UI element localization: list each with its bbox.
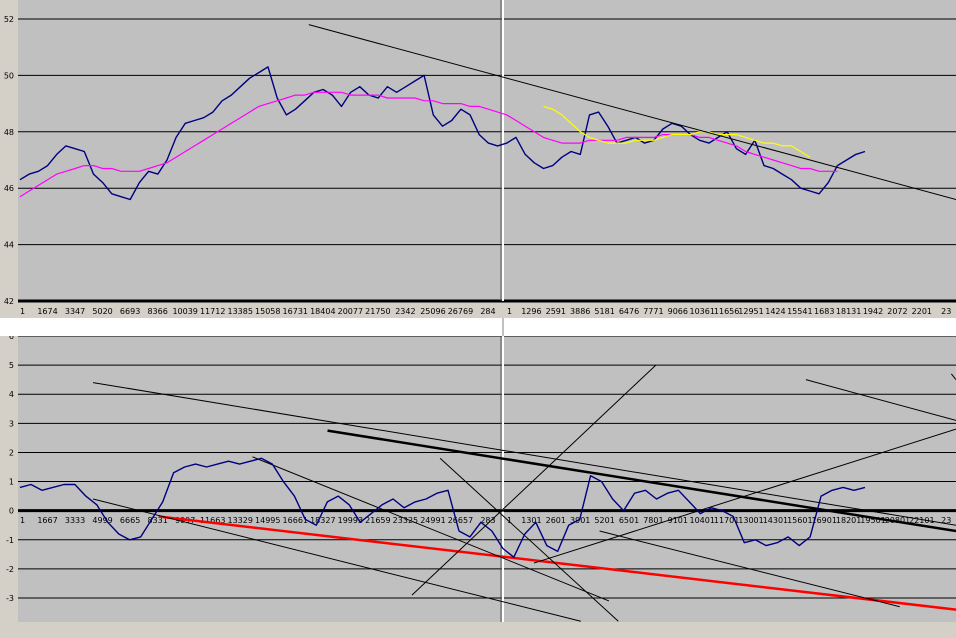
x-tick-label: 1 xyxy=(507,307,512,316)
y-tick-label: -2 xyxy=(6,565,14,574)
y-tick-label: 50 xyxy=(4,71,14,80)
x-tick-label: 7771 xyxy=(643,307,663,316)
x-tick-label: 1674 xyxy=(37,307,57,316)
y-tick-label: -3 xyxy=(6,594,14,603)
x-tick-label: 3347 xyxy=(65,307,85,316)
x-tick-label: 12951 xyxy=(738,307,763,316)
x-tick-label: 23325 xyxy=(393,516,418,525)
bottom-frame xyxy=(0,622,956,634)
x-tick-label: 5181 xyxy=(594,307,614,316)
y-tick-label: 46 xyxy=(4,184,14,193)
x-tick-label: 10361 xyxy=(689,307,714,316)
x-tick-label: 13001 xyxy=(738,516,763,525)
y-tick-label: 3 xyxy=(9,419,14,428)
x-tick-label: 3886 xyxy=(570,307,590,316)
x-tick-label: 16731 xyxy=(283,307,308,316)
plot-area xyxy=(18,0,956,301)
x-tick-label: 2201 xyxy=(912,307,932,316)
chart-window: 42 44 46 48 50 52 1 1674 3347 5020 6693 8366 10039 11… xyxy=(0,0,956,634)
x-tick-label: 14301 xyxy=(763,516,788,525)
chart-svg: 4244464850521 1674 3347 5020 6693 8366 10039 11… xyxy=(0,0,956,634)
x-tick-label: 26769 xyxy=(448,307,473,316)
y-tick-label: 2 xyxy=(9,448,14,457)
x-tick-label: 13329 xyxy=(228,516,253,525)
x-tick-label: 15541 xyxy=(787,307,812,316)
x-tick-label: 6501 xyxy=(619,516,639,525)
x-tick-label: 7801 xyxy=(643,516,663,525)
x-tick-label: 18201 xyxy=(836,516,861,525)
x-tick-label: 1424 xyxy=(765,307,785,316)
x-tick-label: 18131 xyxy=(836,307,861,316)
y-tick-label: 1 xyxy=(9,478,14,487)
x-tick-label: 1683 xyxy=(814,307,834,316)
x-tick-label: 5020 xyxy=(92,307,112,316)
y-tick-label: 42 xyxy=(4,297,14,306)
x-tick-label: 1942 xyxy=(863,307,883,316)
x-tick-label: 2601 xyxy=(546,516,566,525)
panel-separator xyxy=(0,318,956,336)
x-tick-label: 15601 xyxy=(787,516,812,525)
x-tick-label: 5201 xyxy=(594,516,614,525)
x-tick-label: 13385 xyxy=(228,307,253,316)
x-tick-label: 21659 xyxy=(365,516,390,525)
x-tick-label: 284 xyxy=(480,307,495,316)
y-tick-label: -1 xyxy=(6,536,14,545)
y-tick-label: 44 xyxy=(4,241,14,250)
x-tick-label: 11712 xyxy=(200,307,225,316)
x-tick-label: 8366 xyxy=(147,307,167,316)
x-tick-label: 1667 xyxy=(37,516,57,525)
x-tick-label: 20077 xyxy=(338,307,363,316)
x-tick-label: 1301 xyxy=(521,516,541,525)
x-tick-label: 10039 xyxy=(172,307,197,316)
top-price-panel: 4244464850521 1674 3347 5020 6693 8366 10039 11… xyxy=(4,0,956,316)
x-tick-label: 1 xyxy=(20,307,25,316)
x-tick-label: 1 xyxy=(20,516,25,525)
x-tick-label: 2342 xyxy=(395,307,415,316)
y-tick-label: 52 xyxy=(4,15,14,24)
x-tick-label: 9066 xyxy=(668,307,688,316)
x-tick-label: 26657 xyxy=(448,516,473,525)
x-tick-label: 21750 xyxy=(365,307,390,316)
x-tick-label: 23 xyxy=(941,307,951,316)
x-tick-label: 2591 xyxy=(546,307,566,316)
y-tick-label: 4 xyxy=(9,390,14,399)
x-tick-label: 18404 xyxy=(310,307,335,316)
x-tick-label: 6693 xyxy=(120,307,140,316)
x-tick-label: 11656 xyxy=(714,307,739,316)
x-tick-label: 6476 xyxy=(619,307,639,316)
plot-area xyxy=(18,336,956,622)
x-tick-label: 25096 xyxy=(420,307,445,316)
x-tick-label: 24991 xyxy=(420,516,445,525)
x-tick-label: 14995 xyxy=(255,516,280,525)
bottom-oscillator-panel: -3-2-10123456116673333499966658331999711… xyxy=(6,332,956,622)
x-tick-label: 2072 xyxy=(887,307,907,316)
x-tick-label: 3333 xyxy=(65,516,85,525)
y-tick-label: 0 xyxy=(9,507,14,516)
x-tick-label: 10401 xyxy=(689,516,714,525)
x-tick-label: 15058 xyxy=(255,307,280,316)
y-tick-label: 5 xyxy=(9,361,14,370)
x-tick-label: 6665 xyxy=(120,516,140,525)
x-tick-label: 1296 xyxy=(521,307,541,316)
y-tick-label: 48 xyxy=(4,128,14,137)
